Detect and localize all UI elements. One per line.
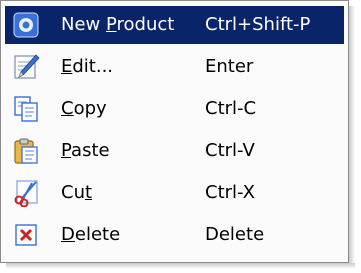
menu-shadow-bottom: [6, 263, 355, 269]
edit-icon: [14, 54, 40, 79]
menu-item-label: Edit...: [61, 56, 114, 77]
menu-shadow-right: [349, 6, 355, 269]
menu-item-shortcut: Ctrl-V: [205, 140, 255, 161]
menu-item-shortcut: Delete: [205, 224, 265, 245]
new-product-icon: [13, 12, 39, 38]
cut-icon: [14, 180, 38, 207]
menu-item-edit[interactable]: Edit... Enter: [5, 48, 344, 86]
menu-item-delete[interactable]: Delete Delete: [5, 216, 344, 254]
menu-item-shortcut: Ctrl-C: [205, 98, 257, 119]
menu-item-shortcut: Ctrl-X: [205, 182, 255, 203]
copy-icon: [14, 96, 38, 122]
menu-item-label: Paste: [61, 140, 110, 161]
delete-icon: [15, 224, 37, 246]
menu-item-cut[interactable]: Cut Ctrl-X: [5, 174, 344, 212]
menu-item-shortcut: Ctrl+Shift-P: [205, 14, 311, 35]
menu-item-label: Delete: [61, 224, 121, 245]
context-menu: New Product Ctrl+Shift-P Edit... Enter C…: [0, 0, 349, 263]
menu-item-label: New Product: [61, 14, 175, 35]
menu-item-shortcut: Enter: [205, 56, 254, 77]
menu-item-label: Copy: [61, 98, 107, 119]
paste-icon: [14, 138, 38, 164]
menu-item-label: Cut: [61, 182, 93, 203]
menu-item-new-product[interactable]: New Product Ctrl+Shift-P: [5, 6, 344, 44]
menu-item-paste[interactable]: Paste Ctrl-V: [5, 132, 344, 170]
menu-item-copy[interactable]: Copy Ctrl-C: [5, 90, 344, 128]
